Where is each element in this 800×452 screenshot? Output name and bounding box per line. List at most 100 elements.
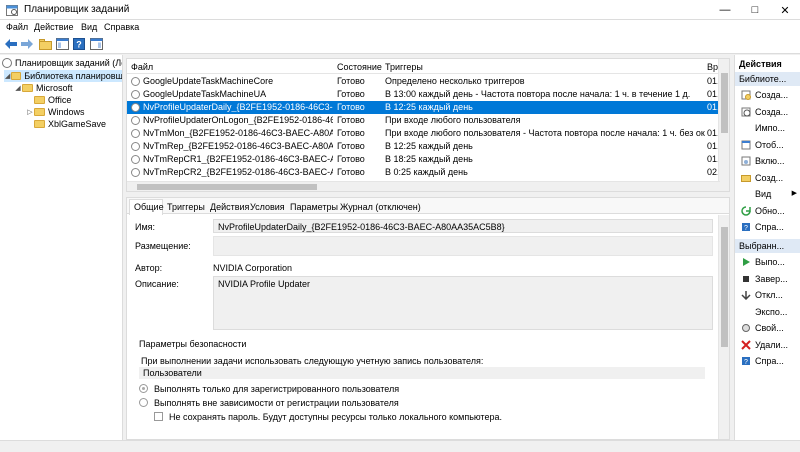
action-run[interactable]: Выпо... bbox=[735, 254, 800, 270]
tree-item-office[interactable]: Office bbox=[34, 94, 71, 106]
details-pane: Общие Триггеры Действия Условия Параметр… bbox=[126, 197, 730, 440]
action-display-running[interactable]: Отоб... bbox=[735, 137, 800, 153]
actions-title: Действия bbox=[739, 59, 782, 69]
task-name: NvTmRep_{B2FE1952-0186-46C3-BAEC-A80AA35… bbox=[143, 141, 333, 151]
details-vertical-scrollbar[interactable] bbox=[718, 215, 729, 439]
tab-history[interactable]: Журнал (отключен) bbox=[340, 200, 421, 214]
tab-triggers[interactable]: Триггеры bbox=[167, 200, 205, 214]
radio-logged-on[interactable] bbox=[139, 384, 148, 393]
collapse-arrow-icon[interactable]: ◢ bbox=[14, 84, 22, 92]
author-label: Автор: bbox=[135, 263, 163, 273]
tab-actions[interactable]: Действия bbox=[210, 200, 249, 214]
no-password-checkbox[interactable] bbox=[154, 412, 163, 421]
tab-settings[interactable]: Параметры bbox=[290, 200, 338, 214]
description-field[interactable]: NVIDIA Profile Updater bbox=[213, 276, 713, 330]
tree-item-microsoft[interactable]: ◢ Microsoft bbox=[14, 82, 72, 94]
help-button[interactable]: ? bbox=[72, 37, 86, 51]
tab-general[interactable]: Общие bbox=[129, 199, 164, 215]
help-icon: ? bbox=[742, 357, 750, 366]
action-create-task[interactable]: Созда... bbox=[735, 104, 800, 120]
list-header: Файл Состояние Триггеры Вре bbox=[127, 59, 729, 74]
task-status: Готово bbox=[337, 167, 365, 177]
name-field[interactable]: NvProfileUpdaterDaily_{B2FE1952-0186-46C… bbox=[213, 219, 713, 233]
forward-button[interactable] bbox=[20, 37, 34, 51]
security-title: Параметры безопасности bbox=[139, 339, 247, 349]
author-value: NVIDIA Corporation bbox=[213, 263, 293, 273]
action-new-folder[interactable]: Созд... bbox=[735, 170, 800, 186]
task-name: NvTmMon_{B2FE1952-0186-46C3-BAEC-A80AA35… bbox=[143, 128, 333, 138]
action-refresh[interactable]: Обно... bbox=[735, 203, 800, 219]
folder-icon bbox=[34, 108, 45, 116]
column-triggers[interactable]: Триггеры bbox=[385, 62, 423, 72]
minimize-button[interactable]: — bbox=[710, 0, 740, 20]
import-task-icon bbox=[741, 123, 751, 133]
table-row[interactable]: NvTmRep_{B2FE1952-0186-46C3-BAEC-A80AA35… bbox=[127, 140, 719, 153]
action-enable-history[interactable]: Вклю... bbox=[735, 153, 800, 169]
end-icon bbox=[743, 275, 749, 282]
close-button[interactable]: ✕ bbox=[770, 0, 800, 20]
menu-help[interactable]: Справка bbox=[104, 22, 139, 32]
account-field[interactable]: Пользователи bbox=[139, 367, 705, 379]
console-tree-icon bbox=[55, 38, 69, 50]
tab-strip: Общие Триггеры Действия Условия Параметр… bbox=[127, 198, 729, 215]
action-help[interactable]: ? Спра... bbox=[735, 353, 800, 369]
menu-bar: Файл Действие Вид Справка bbox=[0, 20, 800, 35]
action-import-task[interactable]: Импо... bbox=[735, 120, 800, 136]
actions-section-selected[interactable]: Выбранн... bbox=[735, 239, 800, 253]
action-end[interactable]: Завер... bbox=[735, 271, 800, 287]
maximize-button[interactable]: □ bbox=[740, 0, 770, 20]
name-label: Имя: bbox=[135, 222, 156, 232]
menu-view[interactable]: Вид bbox=[81, 22, 97, 32]
tree-item-windows[interactable]: ▷ Windows bbox=[26, 106, 84, 118]
task-name: NvTmRepCR2_{B2FE1952-0186-46C3-BAEC-A80A… bbox=[143, 167, 333, 177]
radio-logged-on-label: Выполнять только для зарегистрированного… bbox=[154, 384, 400, 394]
table-row[interactable]: NvTmRepCR1_{B2FE1952-0186-46C3-BAEC-A80A… bbox=[127, 153, 719, 166]
tree-item-library[interactable]: ◢ Библиотека планировщ bbox=[4, 70, 122, 82]
export-icon bbox=[741, 307, 751, 317]
action-view[interactable]: Вид ▶ bbox=[735, 186, 800, 202]
table-row[interactable]: GoogleUpdateTaskMachineCore Готово Определ… bbox=[127, 75, 719, 88]
tree-item-xblgamesave[interactable]: XblGameSave bbox=[34, 118, 106, 130]
table-row[interactable]: NvTmMon_{B2FE1952-0186-46C3-BAEC-A80AA35… bbox=[127, 127, 719, 140]
clock-icon bbox=[2, 58, 12, 68]
arrow-right-icon bbox=[21, 39, 33, 49]
radio-any-user[interactable] bbox=[139, 398, 148, 407]
show-hide-tree-button[interactable] bbox=[55, 37, 69, 51]
task-name: NvProfileUpdaterOnLogon_{B2FE1952-0186-4… bbox=[143, 115, 333, 125]
show-action-pane-button[interactable] bbox=[89, 37, 103, 51]
view-icon bbox=[741, 189, 751, 199]
properties-icon bbox=[742, 324, 750, 332]
task-scheduler-icon bbox=[6, 5, 18, 16]
menu-action[interactable]: Действие bbox=[34, 22, 74, 32]
action-properties[interactable]: Свой... bbox=[735, 320, 800, 336]
svg-text:?: ? bbox=[744, 359, 748, 366]
tree-item-root[interactable]: Планировщик заданий (Лок bbox=[2, 57, 122, 69]
task-status: Готово bbox=[337, 154, 365, 164]
table-row[interactable]: NvProfileUpdaterOnLogon_{B2FE1952-0186-4… bbox=[127, 114, 719, 127]
table-row[interactable]: NvTmRepCR2_{B2FE1952-0186-46C3-BAEC-A80A… bbox=[127, 166, 719, 179]
back-button[interactable] bbox=[4, 37, 18, 51]
task-name: NvTmRepCR1_{B2FE1952-0186-46C3-BAEC-A80A… bbox=[143, 154, 333, 164]
create-task-icon bbox=[741, 107, 751, 116]
table-row[interactable]: GoogleUpdateTaskMachineUA Готово В 13:00 к… bbox=[127, 88, 719, 101]
location-field[interactable] bbox=[213, 236, 713, 256]
actions-section-library[interactable]: Библиоте... bbox=[735, 72, 800, 86]
table-row[interactable]: NvProfileUpdaterDaily_{B2FE1952-0186-46C… bbox=[127, 101, 719, 114]
action-disable[interactable]: Откл... bbox=[735, 287, 800, 303]
expand-arrow-icon[interactable]: ▷ bbox=[26, 108, 34, 116]
column-name[interactable]: Файл bbox=[131, 62, 153, 72]
column-status[interactable]: Состояние bbox=[337, 62, 382, 72]
action-create-basic-task[interactable]: Созда... bbox=[735, 87, 800, 103]
folder-icon bbox=[34, 120, 45, 128]
action-export[interactable]: Экспо... bbox=[735, 304, 800, 320]
action-help[interactable]: ? Спра... bbox=[735, 219, 800, 235]
submenu-arrow-icon: ▶ bbox=[791, 190, 797, 197]
tab-conditions[interactable]: Условия bbox=[250, 200, 285, 214]
menu-file[interactable]: Файл bbox=[6, 22, 28, 32]
enable-history-icon bbox=[741, 156, 751, 166]
up-folder-button[interactable] bbox=[38, 37, 52, 51]
collapse-arrow-icon[interactable]: ◢ bbox=[4, 72, 11, 80]
action-delete[interactable]: Удали... bbox=[735, 337, 800, 353]
list-vertical-scrollbar[interactable] bbox=[718, 59, 729, 191]
list-horizontal-scrollbar[interactable] bbox=[127, 181, 720, 191]
